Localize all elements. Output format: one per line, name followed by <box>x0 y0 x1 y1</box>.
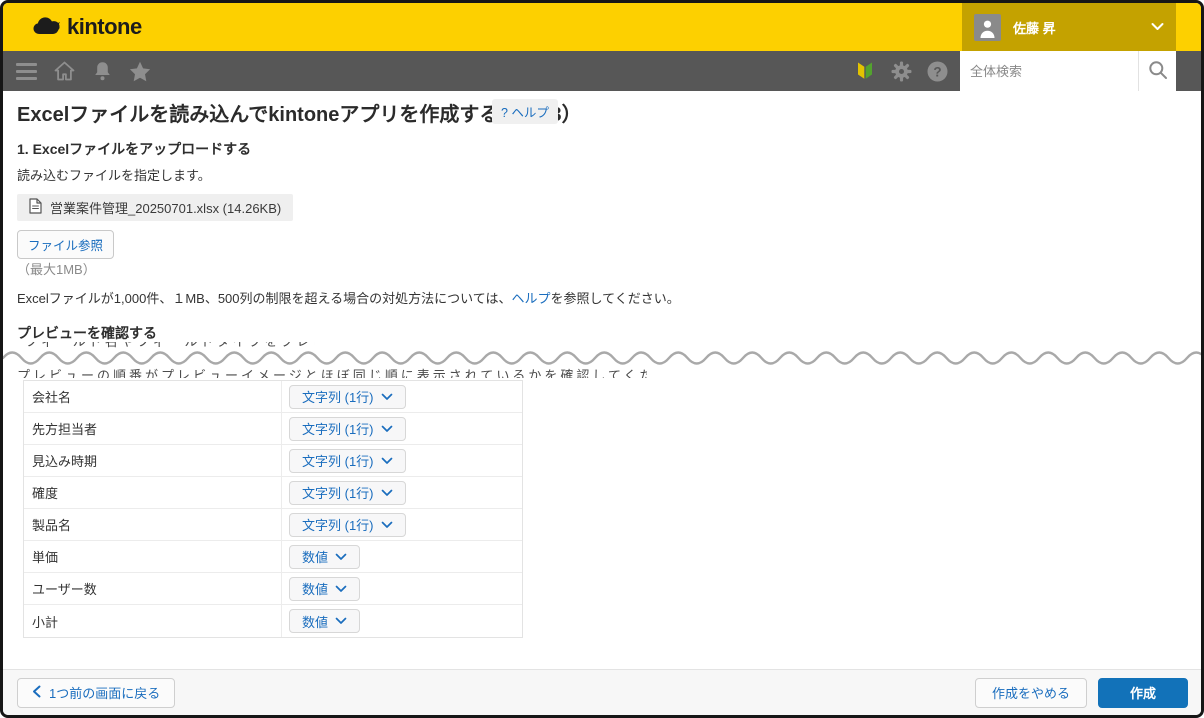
header-bar: kintone 佐藤 昇 <box>3 3 1201 51</box>
toolbar-left <box>15 60 151 82</box>
table-row: 先方担当者 文字列 (1行) <box>24 413 522 445</box>
field-type-cell: 数値 <box>282 545 522 569</box>
field-type-dropdown[interactable]: 文字列 (1行) <box>289 513 406 537</box>
cancel-create-button[interactable]: 作成をやめる <box>975 678 1087 708</box>
field-name: 製品名 <box>24 509 282 540</box>
table-row: 見込み時期 文字列 (1行) <box>24 445 522 477</box>
field-type-label: 文字列 (1行) <box>302 387 374 406</box>
settings-gear-icon[interactable] <box>890 60 912 82</box>
limit-help-link[interactable]: ヘルプ <box>511 291 550 306</box>
app-window: kintone 佐藤 昇 <box>0 0 1204 718</box>
limit-note: Excelファイルが1,000件、１MB、500列の制限を超える場合の対処方法に… <box>17 288 680 307</box>
field-type-label: 文字列 (1行) <box>302 515 374 534</box>
field-type-label: 文字列 (1行) <box>302 419 374 438</box>
field-type-cell: 文字列 (1行) <box>282 449 522 473</box>
limit-note-tail: を参照してください。 <box>551 291 680 306</box>
table-row: ユーザー数 数値 <box>24 573 522 605</box>
person-icon <box>977 17 998 38</box>
field-type-cell: 数値 <box>282 577 522 601</box>
field-type-label: 数値 <box>302 612 328 631</box>
max-size-note: （最大1MB） <box>17 259 96 278</box>
field-name: ユーザー数 <box>24 573 282 604</box>
search-input[interactable] <box>960 51 1138 91</box>
avatar <box>974 14 1001 41</box>
table-row: 製品名 文字列 (1行) <box>24 509 522 541</box>
notifications-bell-icon[interactable] <box>91 60 113 82</box>
preview-section-heading: プレビューを確認する <box>17 323 157 343</box>
svg-text:?: ? <box>933 64 941 79</box>
upload-section-heading: 1. Excelファイルをアップロードする <box>17 139 251 159</box>
user-name: 佐藤 昇 <box>1013 18 1139 37</box>
torn-text-bottom: プレビューの順番がプレビューイメージとほぼ同じ順に表示されているかを確認してくだ… <box>17 366 647 378</box>
toolbar: ? <box>3 51 1201 91</box>
getting-started-icon[interactable] <box>854 60 876 82</box>
footer-bar: 1つ前の画面に戻る 作成をやめる 作成 <box>3 669 1201 715</box>
file-document-icon <box>29 198 42 217</box>
header-spacer <box>142 3 962 51</box>
help-question-icon[interactable]: ? <box>926 60 948 82</box>
upload-instruction: 読み込むファイルを指定します。 <box>17 165 211 184</box>
field-name: 単価 <box>24 541 282 572</box>
limit-note-text: Excelファイルが1,000件、１MB、500列の制限を超える場合の対処方法に… <box>17 291 511 306</box>
home-icon[interactable] <box>53 60 75 82</box>
table-row: 単価 数値 <box>24 541 522 573</box>
search-button[interactable] <box>1138 51 1176 91</box>
field-type-label: 数値 <box>302 547 328 566</box>
user-menu[interactable]: 佐藤 昇 <box>962 3 1176 51</box>
menu-icon[interactable] <box>15 60 37 82</box>
field-name: 見込み時期 <box>24 445 282 476</box>
chevron-down-icon <box>1151 18 1164 36</box>
uploaded-file-name: 営業案件管理_20250701.xlsx (14.26KB) <box>50 198 281 217</box>
logo-text: kintone <box>67 14 142 40</box>
chevron-left-icon <box>32 685 41 701</box>
field-name: 確度 <box>24 477 282 508</box>
field-type-dropdown[interactable]: 数値 <box>289 577 360 601</box>
field-name: 小計 <box>24 605 282 637</box>
main-content: Excelファイルを読み込んでkintoneアプリを作成する（3／3） ? ヘル… <box>3 91 1201 669</box>
field-type-label: 数値 <box>302 579 328 598</box>
create-button[interactable]: 作成 <box>1098 678 1188 708</box>
field-type-cell: 数値 <box>282 609 522 633</box>
field-type-dropdown[interactable]: 文字列 (1行) <box>289 481 406 505</box>
favorites-star-icon[interactable] <box>129 60 151 82</box>
back-button-label: 1つ前の画面に戻る <box>49 683 160 702</box>
field-type-dropdown[interactable]: 数値 <box>289 609 360 633</box>
field-type-label: 文字列 (1行) <box>302 483 374 502</box>
field-type-dropdown[interactable]: 数値 <box>289 545 360 569</box>
field-type-cell: 文字列 (1行) <box>282 385 522 409</box>
kintone-logo: kintone <box>33 3 142 51</box>
table-row: 小計 数値 <box>24 605 522 637</box>
field-type-dropdown[interactable]: 文字列 (1行) <box>289 449 406 473</box>
global-search <box>960 51 1176 91</box>
table-row: 確度 文字列 (1行) <box>24 477 522 509</box>
uploaded-file-chip: 営業案件管理_20250701.xlsx (14.26KB) <box>17 194 293 221</box>
file-browse-button[interactable]: ファイル参照 <box>17 230 114 259</box>
table-row: 会社名 文字列 (1行) <box>24 381 522 413</box>
field-name: 先方担当者 <box>24 413 282 444</box>
back-button[interactable]: 1つ前の画面に戻る <box>17 678 175 708</box>
field-type-cell: 文字列 (1行) <box>282 513 522 537</box>
field-type-cell: 文字列 (1行) <box>282 481 522 505</box>
kintone-cloud-icon <box>33 15 60 40</box>
preview-table: 会社名文字列 (1行)先方担当者文字列 (1行)見込み時期文字列 (1行)確度文… <box>23 380 523 638</box>
page-help-link[interactable]: ? ヘルプ <box>492 99 558 124</box>
toolbar-right: ? <box>854 60 948 82</box>
search-icon <box>1148 60 1168 83</box>
field-type-dropdown[interactable]: 文字列 (1行) <box>289 385 406 409</box>
field-name: 会社名 <box>24 381 282 412</box>
field-type-label: 文字列 (1行) <box>302 451 374 470</box>
field-type-dropdown[interactable]: 文字列 (1行) <box>289 417 406 441</box>
field-type-cell: 文字列 (1行) <box>282 417 522 441</box>
